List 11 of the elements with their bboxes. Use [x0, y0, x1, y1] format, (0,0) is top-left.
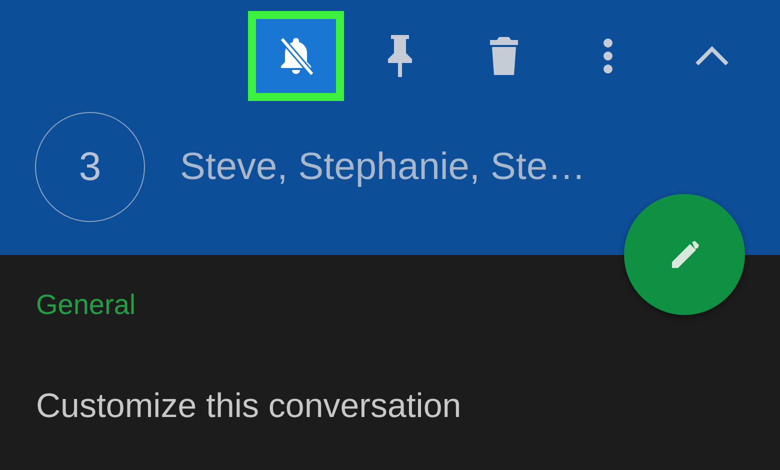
chevron-up-icon: [694, 45, 730, 67]
section-header: General: [36, 289, 137, 321]
conversation-title: Steve, Stephanie, Ste…: [180, 146, 586, 188]
pin-icon: [385, 33, 415, 79]
muted-bell-icon: [278, 36, 314, 76]
trash-icon: [489, 36, 519, 76]
mute-button[interactable]: [248, 11, 344, 101]
pencil-icon: [670, 240, 700, 270]
more-icon: [603, 38, 613, 74]
settings-item[interactable]: Customize this conversation: [36, 387, 780, 426]
avatar: 3: [35, 112, 145, 222]
